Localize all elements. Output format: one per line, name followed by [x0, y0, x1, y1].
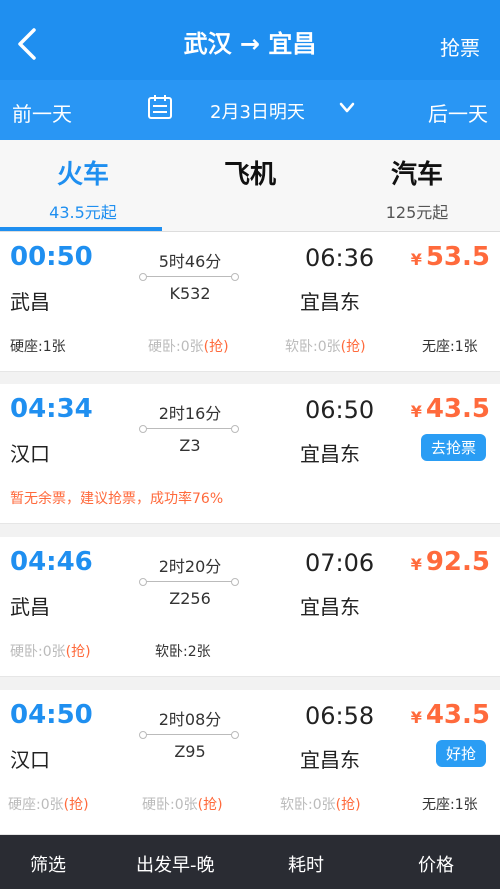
- train-number: Z3: [179, 436, 201, 455]
- departure-station: 汉口: [10, 442, 50, 466]
- currency-symbol: ¥: [410, 555, 422, 574]
- route-line: [139, 578, 239, 586]
- tab-bus[interactable]: 汽车 125元起: [334, 154, 500, 223]
- active-tab-indicator: [0, 227, 162, 231]
- seat-info[interactable]: 硬卧:0张(抢): [148, 336, 229, 356]
- seat-info: 无座:1张: [422, 336, 478, 356]
- seat-label: 软卧:2张: [155, 644, 211, 660]
- departure-time: 04:34: [10, 394, 93, 424]
- seat-info[interactable]: 软卧:0张(抢): [285, 336, 366, 356]
- price-value: 43.5: [425, 394, 490, 424]
- arrival-station: 宜昌东: [300, 595, 360, 619]
- departure-time: 00:50: [10, 242, 93, 272]
- tab-train[interactable]: 火车 43.5元起: [0, 154, 166, 223]
- arrival-time: 06:50: [305, 396, 375, 424]
- departure-time: 04:50: [10, 700, 93, 730]
- currency-symbol: ¥: [410, 402, 422, 421]
- tab-bus-price: 125元起: [385, 203, 449, 222]
- grab-tag[interactable]: (抢): [341, 339, 366, 355]
- departure-station: 汉口: [10, 748, 50, 772]
- seat-info: 无座:1张: [422, 794, 478, 814]
- price: ¥53.5: [411, 242, 490, 272]
- calendar-icon[interactable]: [147, 94, 173, 120]
- price-value: 43.5: [425, 700, 490, 730]
- duration: 5时46分: [158, 252, 222, 271]
- tab-train-price: 43.5元起: [49, 203, 117, 222]
- seat-label: 硬座:1张: [10, 339, 66, 355]
- tab-train-label: 火车: [56, 160, 109, 190]
- train-number: Z256: [169, 589, 211, 608]
- selected-date[interactable]: 2月3日明天: [210, 98, 305, 124]
- train-number: K532: [169, 284, 211, 303]
- price-value: 92.5: [425, 547, 490, 577]
- chevron-down-icon[interactable]: [338, 100, 356, 116]
- train-card[interactable]: 04:46 武昌 2时20分 Z256 07:06 宜昌东 ¥92.5 硬卧:0…: [0, 537, 500, 677]
- departure-time: 04:46: [10, 547, 93, 577]
- no-ticket-notice: 暂无余票，建议抢票，成功率76%: [10, 491, 224, 507]
- arrival-station: 宜昌东: [300, 442, 360, 466]
- bottom-sort-bar: 筛选 出发早-晚 耗时 价格: [0, 835, 500, 889]
- seat-label: 硬卧:0张: [142, 797, 198, 813]
- seat-info: 软卧:2张: [155, 641, 211, 661]
- route-line: [139, 425, 239, 433]
- tab-bus-label: 汽车: [390, 160, 443, 190]
- duration: 2时08分: [158, 710, 222, 729]
- seat-label: 无座:1张: [422, 339, 478, 355]
- arrival-time: 07:06: [305, 549, 375, 577]
- duration: 2时20分: [158, 557, 222, 576]
- price: ¥92.5: [411, 547, 490, 577]
- train-number: Z95: [174, 742, 206, 761]
- grab-ticket-button[interactable]: 抢票: [440, 32, 480, 61]
- sort-duration-button[interactable]: 耗时: [288, 851, 324, 877]
- route-title: 武汉 → 宜昌: [183, 30, 317, 58]
- currency-symbol: ¥: [410, 708, 422, 727]
- arrival-station: 宜昌东: [300, 290, 360, 314]
- arrival-time: 06:36: [305, 244, 375, 272]
- train-card[interactable]: 04:34 汉口 2时16分 Z3 06:50 宜昌东 ¥43.5 去抢票 暂无…: [0, 384, 500, 524]
- seat-info: 硬座:1张: [10, 336, 66, 356]
- arrival-station: 宜昌东: [300, 748, 360, 772]
- grab-ticket-badge[interactable]: 去抢票: [420, 434, 486, 461]
- seat-label: 硬卧:0张: [10, 644, 66, 660]
- train-card[interactable]: 04:50 汉口 2时08分 Z95 06:58 宜昌东 ¥43.5 好抢 硬座…: [0, 690, 500, 835]
- price-value: 53.5: [425, 242, 490, 272]
- sort-departure-button[interactable]: 出发早-晚: [136, 851, 215, 877]
- currency-symbol: ¥: [410, 250, 422, 269]
- tab-flight[interactable]: 飞机: [167, 154, 333, 191]
- seat-label: 硬卧:0张: [148, 339, 204, 355]
- route-line: [139, 273, 239, 281]
- grab-tag[interactable]: (抢): [204, 339, 229, 355]
- seat-label: 无座:1张: [422, 797, 478, 813]
- train-card[interactable]: 00:50 武昌 5时46分 K532 06:36 宜昌东 ¥53.5 硬座:1…: [0, 232, 500, 372]
- price: ¥43.5: [411, 700, 490, 730]
- next-day-button[interactable]: 后一天: [428, 98, 488, 127]
- transport-tabs: 火车 43.5元起 飞机 汽车 125元起: [0, 140, 500, 232]
- tab-flight-label: 飞机: [223, 160, 276, 190]
- date-bar: 前一天 2月3日明天 后一天: [0, 80, 500, 140]
- departure-station: 武昌: [10, 595, 50, 619]
- seat-info[interactable]: 软卧:0张(抢): [280, 794, 361, 814]
- arrival-time: 06:58: [305, 702, 375, 730]
- sort-price-button[interactable]: 价格: [418, 851, 454, 877]
- grab-tag[interactable]: (抢): [64, 797, 89, 813]
- header: 武汉 → 宜昌 抢票 前一天 2月3日明天 后一天: [0, 0, 500, 140]
- seat-info[interactable]: 硬卧:0张(抢): [10, 641, 91, 661]
- grab-tag[interactable]: (抢): [66, 644, 91, 660]
- easy-grab-badge[interactable]: 好抢: [435, 740, 486, 767]
- seat-info[interactable]: 硬座:0张(抢): [8, 794, 89, 814]
- price: ¥43.5: [411, 394, 490, 424]
- grab-tag[interactable]: (抢): [336, 797, 361, 813]
- grab-tag[interactable]: (抢): [198, 797, 223, 813]
- duration: 2时16分: [158, 404, 222, 423]
- prev-day-button[interactable]: 前一天: [12, 98, 72, 127]
- route-line: [139, 731, 239, 739]
- seat-label: 软卧:0张: [285, 339, 341, 355]
- seat-label: 软卧:0张: [280, 797, 336, 813]
- departure-station: 武昌: [10, 290, 50, 314]
- seat-label: 硬座:0张: [8, 797, 64, 813]
- top-bar: 武汉 → 宜昌 抢票: [0, 10, 500, 80]
- seat-info[interactable]: 硬卧:0张(抢): [142, 794, 223, 814]
- filter-button[interactable]: 筛选: [30, 851, 66, 877]
